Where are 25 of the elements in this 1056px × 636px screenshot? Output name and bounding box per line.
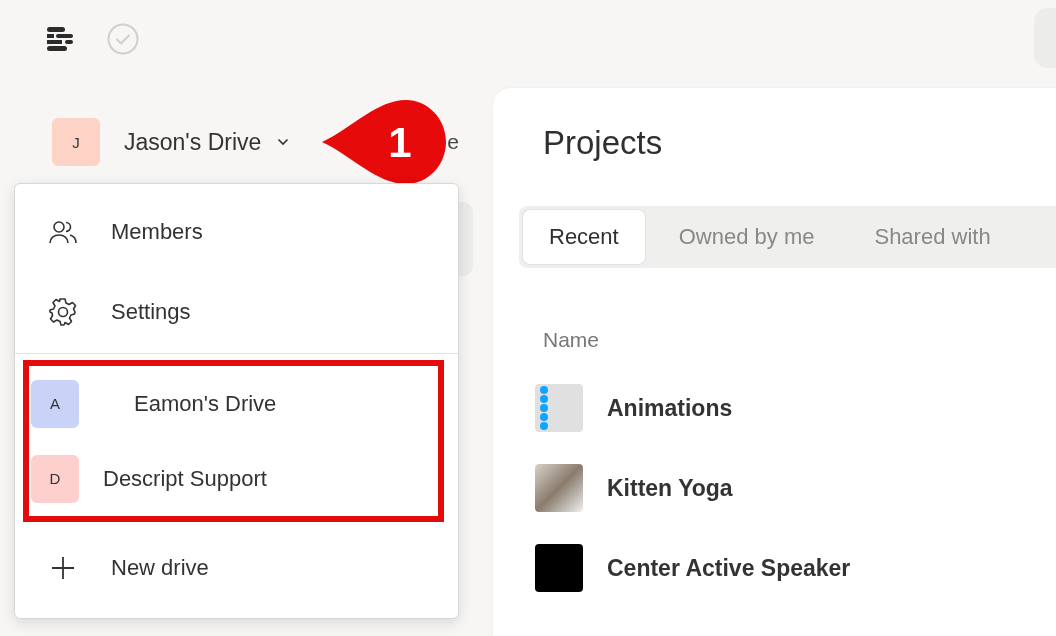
project-name[interactable]: Center Active Speaker <box>607 554 851 582</box>
photo-placeholder <box>535 464 583 512</box>
check-circle-icon[interactable] <box>107 23 139 55</box>
caret-icon <box>277 138 290 146</box>
logo-icon[interactable] <box>47 26 73 52</box>
people-icon <box>47 219 79 245</box>
drive-switcher-button[interactable]: Jason's Drive <box>116 124 298 160</box>
page-title: Projects <box>543 124 663 162</box>
partial-label: e <box>447 130 459 154</box>
thumbnail-placeholder <box>535 384 583 432</box>
drive-avatar: D <box>31 454 79 503</box>
step-callout-marker: 1 <box>322 100 446 184</box>
project-name[interactable]: Kitten Yoga <box>607 474 733 502</box>
menu-item[interactable]: Settings <box>15 272 458 352</box>
menu-item[interactable]: Members <box>15 192 458 272</box>
column-header[interactable]: Name <box>543 328 600 352</box>
drive-avatar: J <box>52 118 100 166</box>
menu-item[interactable]: A Eamon's Drive <box>29 366 277 441</box>
thumbnail-placeholder <box>535 544 583 592</box>
project-name[interactable]: Animations <box>607 394 733 422</box>
menu-item[interactable]: D Descript Support <box>29 441 267 516</box>
drive-avatar: A <box>31 379 79 428</box>
tab[interactable]: Recent <box>523 210 645 264</box>
settings-icon <box>47 297 79 327</box>
new-drive-item[interactable]: New drive <box>15 528 458 608</box>
